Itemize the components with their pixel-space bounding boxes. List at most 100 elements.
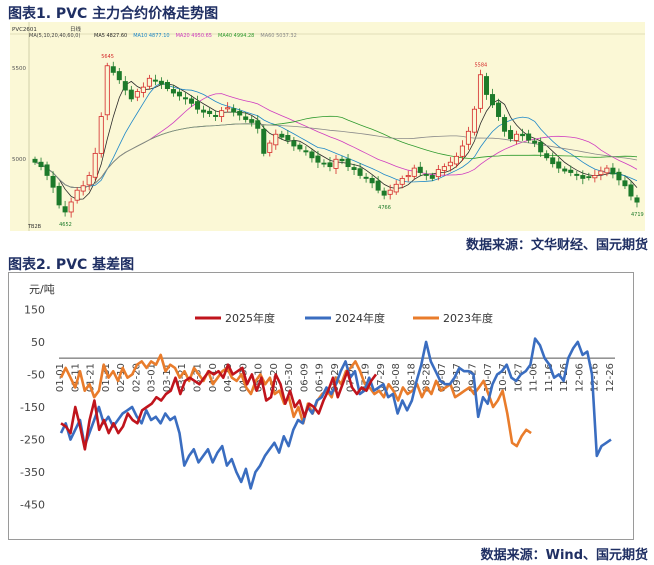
candle (369, 178, 375, 184)
candle (74, 189, 80, 201)
y-tick-label: -150 (20, 401, 45, 414)
figure2-source: 数据来源：Wind、国元期货 (480, 548, 648, 563)
candle (86, 175, 92, 186)
ma-legend-item: MA20 4950.65 (176, 33, 212, 39)
candle (345, 158, 351, 168)
candle (285, 135, 291, 141)
candle (556, 161, 562, 169)
candle (526, 133, 532, 141)
figure1-source: 数据来源：文华财经、国元期货 (465, 238, 648, 253)
candle (411, 167, 417, 177)
legend: 2025年度 2024年度 2023年度 (195, 311, 493, 325)
candle (459, 145, 465, 157)
corner-label: TB2B (27, 224, 42, 230)
ma-legend-item: MA40 4994.28 (218, 33, 254, 39)
x-tick-label: 12-26 (605, 363, 616, 392)
candle (32, 158, 38, 163)
candle (104, 65, 110, 116)
y-axis-ticks: 150 50 -50 -150 -250 -350 -450 (20, 303, 45, 511)
candle (580, 175, 586, 179)
candle (574, 173, 580, 176)
candle (225, 107, 231, 110)
legend-label: 2024年度 (335, 311, 385, 325)
candle (634, 197, 640, 203)
y-tick-label: 5500 (12, 66, 26, 72)
candle (477, 74, 483, 109)
x-tick-label: 12-06 (574, 363, 585, 392)
candle (68, 201, 74, 213)
y-tick-label: -50 (27, 368, 45, 381)
candle (189, 98, 195, 104)
series-line (59, 337, 612, 490)
price-annotation: 5645 (101, 54, 114, 60)
candle (134, 91, 140, 98)
candle (598, 170, 604, 175)
candle (140, 86, 146, 93)
candle (50, 175, 56, 188)
candle (207, 110, 213, 115)
y-tick-label: 150 (24, 303, 45, 316)
candle (514, 133, 520, 141)
candle (146, 77, 152, 87)
x-tick-label: 06-19 (315, 363, 326, 392)
candle (170, 89, 176, 94)
y-tick-label: -450 (20, 499, 45, 512)
candle (92, 152, 98, 178)
price-annotation: 4766 (378, 205, 391, 211)
candle (399, 178, 405, 185)
y-tick-label: 50 (31, 336, 45, 349)
candle (309, 151, 315, 159)
candle (62, 206, 68, 213)
candle (435, 169, 441, 178)
candle (622, 180, 628, 187)
candle (568, 169, 574, 173)
candle (237, 110, 243, 116)
period-label: 日线 (70, 25, 82, 33)
candle (201, 109, 207, 113)
candle (387, 189, 393, 195)
candle (231, 108, 237, 113)
candle (303, 150, 309, 153)
y-axis-unit: 元/吨 (29, 283, 55, 296)
candle (604, 167, 610, 174)
candle (586, 176, 592, 179)
candle (110, 66, 116, 73)
candle (453, 155, 459, 165)
candle (351, 167, 357, 170)
candle (261, 128, 267, 154)
candle (490, 94, 496, 106)
basis-chart: 元/吨 150 50 -50 -150 -250 -350 -450 01-01 01-11 0… (8, 272, 634, 540)
x-tick-label: 06-09 (299, 363, 310, 392)
candle (423, 173, 429, 176)
candle (213, 114, 219, 117)
candle (128, 89, 134, 100)
x-tick-label: 05-30 (284, 363, 295, 392)
legend-label: 2025年度 (225, 311, 275, 325)
candle (182, 97, 189, 100)
ma-legend-item: MA5 4827.60 (94, 33, 127, 39)
candle (327, 162, 333, 168)
y-tick-label: 5000 (12, 157, 26, 163)
candle (496, 102, 502, 117)
candle (339, 158, 345, 162)
candle (80, 185, 86, 192)
candle (417, 166, 423, 173)
candle (176, 91, 182, 97)
candle (243, 116, 249, 120)
price-annotation: 5584 (474, 63, 487, 69)
ma-legend-item: MA60 5037.32 (260, 33, 296, 39)
candle (393, 183, 399, 193)
candle (255, 120, 261, 129)
candle (447, 161, 453, 167)
candle (297, 144, 303, 150)
candle (44, 164, 50, 176)
candle (520, 133, 526, 137)
candle (98, 116, 104, 154)
candle (152, 79, 158, 82)
candle (291, 140, 297, 147)
candle (375, 180, 381, 191)
candle (405, 175, 411, 178)
candle (429, 175, 435, 179)
price-annotation: 4652 (59, 222, 72, 228)
x-tick-label: 01-01 (55, 363, 66, 392)
